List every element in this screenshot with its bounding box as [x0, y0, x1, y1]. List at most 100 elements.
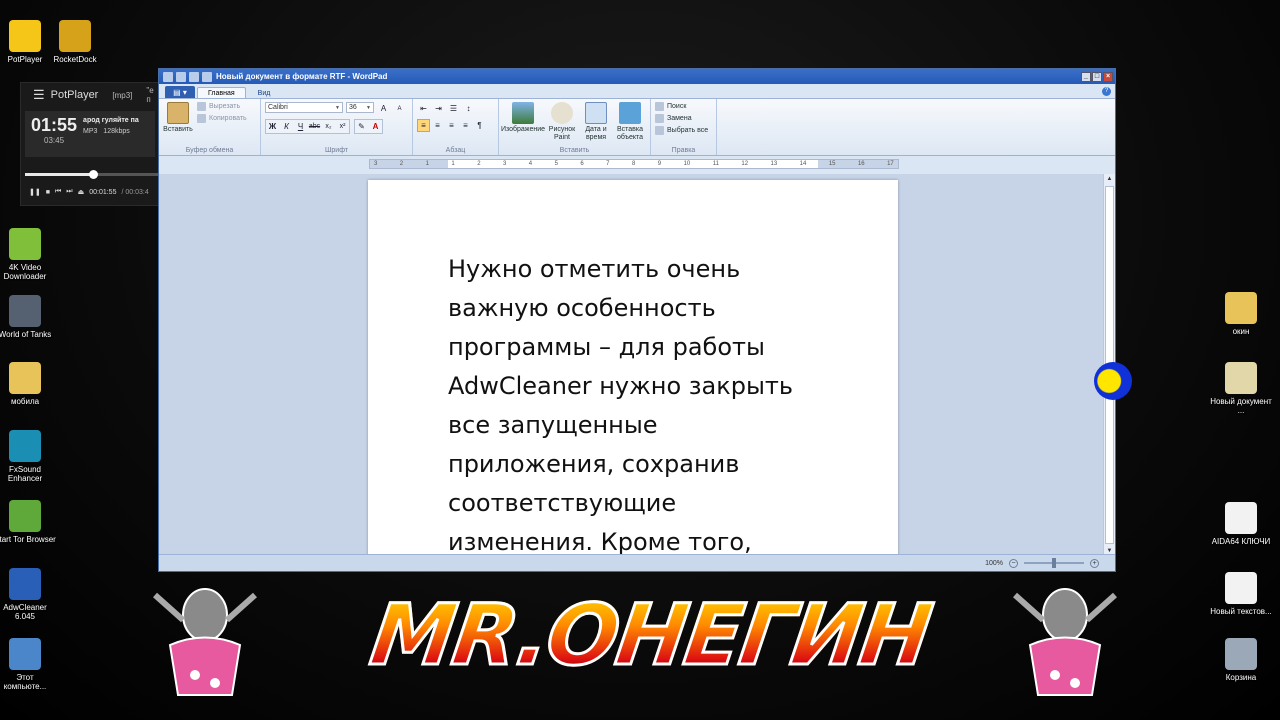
stop-icon[interactable]: ■	[46, 189, 50, 196]
title-bar[interactable]: Новый документ в формате RTF - WordPad _…	[159, 69, 1115, 84]
clipboard-icon	[167, 102, 189, 124]
subscript-icon[interactable]: x₂	[322, 120, 335, 133]
pause-icon[interactable]: ❚❚	[29, 188, 41, 196]
ruler-tick-label: 1	[425, 161, 429, 167]
paragraph-settings-icon[interactable]: ¶	[473, 119, 486, 132]
channel-banner: MR.ОНЕГИН	[320, 575, 980, 695]
scroll-up-icon[interactable]: ▲	[1104, 174, 1115, 184]
document-area[interactable]: Нужно отметить очень важную особенность …	[159, 174, 1105, 556]
datetime-button[interactable]: Дата и время	[581, 102, 611, 143]
decrease-indent-icon[interactable]: ⇤	[417, 102, 430, 115]
adwcleaner-icon	[9, 568, 41, 600]
align-center-icon[interactable]: ≡	[431, 119, 444, 132]
italic-button[interactable]: К	[280, 120, 293, 133]
copy-button[interactable]: Копировать	[197, 114, 247, 123]
seek-bar[interactable]	[25, 170, 159, 179]
potplayer-widget[interactable]: ☰ PotPlayer [mp3] "е п 01:55 03:45 арод …	[20, 82, 160, 206]
right-desktop-icon-0[interactable]: окин	[1210, 292, 1272, 336]
justify-icon[interactable]: ≡	[459, 119, 472, 132]
zoom-in-icon[interactable]: +	[1090, 558, 1099, 568]
desktop-icon-label: Start Tor Browser	[0, 535, 56, 544]
tab-view[interactable]: Вид	[248, 88, 281, 98]
recycle-bin-icon	[1225, 638, 1257, 670]
potplayer-icon	[9, 20, 41, 52]
undo-icon[interactable]	[189, 71, 199, 82]
tab-home[interactable]: Главная	[197, 87, 246, 98]
app-icon[interactable]	[163, 71, 173, 82]
right-desktop-icon-4[interactable]: Корзина	[1210, 638, 1272, 682]
left-desktop-icon-2[interactable]: 4K Video Downloader	[0, 228, 56, 281]
bullet-list-icon[interactable]: ☰	[447, 102, 460, 115]
editing-group: Поиск Замена Выбрать все Правка	[651, 99, 717, 155]
right-desktop-icon-2[interactable]: AIDA64 КЛЮЧИ	[1210, 502, 1272, 546]
eject-icon[interactable]: ⏏	[78, 188, 85, 196]
ruler-tick-label: 11	[712, 161, 719, 167]
mascot-right-icon	[1013, 588, 1117, 696]
close-button[interactable]: ×	[1103, 71, 1113, 82]
replace-button[interactable]: Замена	[655, 114, 708, 123]
paint-drawing-button[interactable]: Рисунок Paint	[547, 102, 577, 143]
line-spacing-icon[interactable]: ↕	[462, 102, 475, 115]
right-desktop-icon-3[interactable]: Новый текстов...	[1210, 572, 1272, 616]
left-desktop-icon-1[interactable]: RocketDock	[44, 20, 106, 64]
next-icon[interactable]: ⏭	[66, 188, 72, 196]
document-page[interactable]: Нужно отметить очень важную особенность …	[368, 180, 898, 556]
clipboard-label: Буфер обмена	[185, 147, 234, 154]
cursor-highlight	[1094, 362, 1132, 400]
ruler-tick-label: 3	[374, 161, 378, 167]
align-right-icon[interactable]: ≡	[445, 119, 458, 132]
total-time: / 00:03:4	[121, 188, 149, 196]
previous-icon[interactable]: ⏮	[55, 188, 61, 196]
align-left-icon[interactable]: ≡	[417, 119, 430, 132]
scissors-icon	[197, 102, 206, 111]
ruler-tick-label: 9	[657, 161, 662, 167]
file-menu-button[interactable]: ▤ ▾	[165, 86, 195, 98]
insert-object-button[interactable]: Вставка объекта	[615, 102, 645, 143]
strikethrough-icon[interactable]: abc	[308, 120, 321, 133]
superscript-icon[interactable]: x²	[336, 120, 349, 133]
font-color-icon[interactable]: A	[369, 120, 382, 133]
bold-button[interactable]: Ж	[266, 120, 279, 133]
document-text[interactable]: Нужно отметить очень важную особенность …	[448, 250, 828, 556]
left-desktop-icon-6[interactable]: Start Tor Browser	[0, 500, 56, 544]
seek-knob[interactable]	[89, 170, 99, 179]
ruler-tick-label: 6	[580, 161, 584, 167]
shrink-font-icon[interactable]: A	[393, 102, 406, 115]
help-icon[interactable]: ?	[1102, 87, 1111, 96]
ruler[interactable]: 3 2 1 1 2 3 4 5 6 7 8 9 10 11 12 13 14 15 16 17	[369, 159, 899, 169]
right-desktop-icon-1[interactable]: Новый документ ...	[1210, 362, 1272, 415]
underline-button[interactable]: Ч	[294, 120, 307, 133]
find-button[interactable]: Поиск	[655, 102, 708, 111]
left-desktop-icon-8[interactable]: Этот компьюте...	[0, 638, 56, 691]
minimize-button[interactable]: _	[1081, 71, 1091, 82]
left-desktop-icon-5[interactable]: FxSound Enhancer	[0, 430, 56, 483]
left-desktop-icon-3[interactable]: World of Tanks	[0, 295, 56, 339]
highlight-icon[interactable]: ✎	[355, 120, 368, 133]
ruler-tick-label: 15	[828, 161, 836, 167]
font-size-select[interactable]: 36 ▼	[346, 102, 374, 113]
paragraph-label: Абзац	[445, 147, 466, 154]
binoculars-icon	[655, 102, 664, 111]
cut-button[interactable]: Вырезать	[197, 102, 247, 111]
picture-button[interactable]: Изображение	[501, 102, 545, 143]
left-desktop-icon-4[interactable]: мобила	[0, 362, 56, 406]
desktop-icon-label: 4K Video Downloader	[3, 263, 47, 281]
increase-indent-icon[interactable]: ⇥	[432, 102, 445, 115]
redo-icon[interactable]	[202, 71, 212, 82]
position-time: 00:01:55	[89, 188, 117, 196]
select-all-button[interactable]: Выбрать все	[655, 126, 708, 135]
zoom-slider[interactable]	[1024, 558, 1084, 568]
paste-button[interactable]: Вставить	[163, 102, 193, 143]
paragraph-group: ⇤ ⇥ ☰ ↕ ≡ ≡ ≡ ≡ ¶ Абзац	[413, 99, 499, 155]
left-desktop-icon-7[interactable]: AdwCleaner 6.045	[0, 568, 56, 621]
save-icon[interactable]	[176, 71, 186, 82]
zoom-out-icon[interactable]: −	[1009, 558, 1018, 568]
copy-icon	[197, 114, 206, 123]
maximize-button[interactable]: □	[1092, 71, 1102, 82]
grow-font-icon[interactable]: A	[377, 102, 390, 115]
font-family-select[interactable]: Calibri ▼	[265, 102, 343, 113]
computer-icon	[9, 638, 41, 670]
ruler-tick-label: 2	[477, 161, 481, 167]
insert-group: Изображение Рисунок Paint Дата и время В…	[499, 99, 651, 155]
menu-icon[interactable]: ☰	[33, 87, 45, 103]
